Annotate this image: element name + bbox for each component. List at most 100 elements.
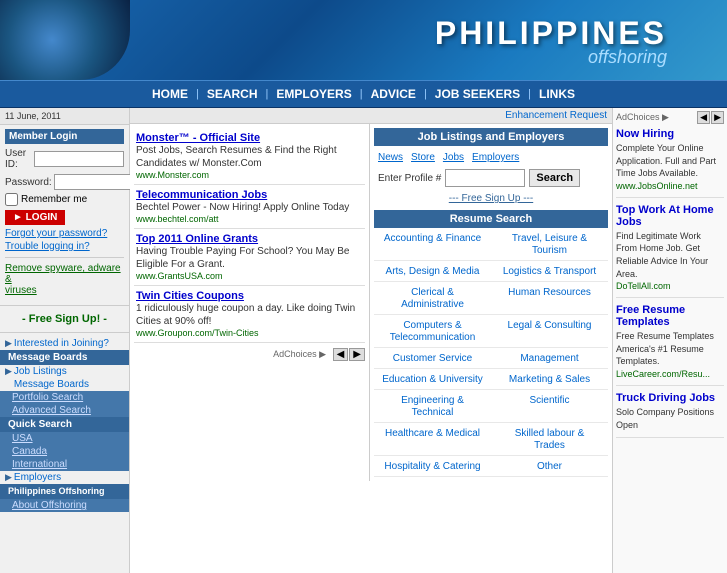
resume-link-education[interactable]: Education & University [382,374,483,385]
resume-link-clerical[interactable]: Clerical & Administrative [401,287,464,310]
resume-link-travel[interactable]: Travel, Leisure & Tourism [512,233,587,256]
ad-4-title[interactable]: Twin Cities Coupons [136,290,363,302]
ad-2-title[interactable]: Telecommunication Jobs [136,189,363,201]
resume-cell-right-0: Travel, Leisure & Tourism [491,228,608,261]
profile-label: Enter Profile # [378,173,441,184]
resume-cell-left-4: Customer Service [374,348,491,369]
enhancement-link[interactable]: Enhancement Request [505,110,607,121]
nav-employers[interactable]: EMPLOYERS [268,87,359,101]
search-button[interactable]: Search [529,169,580,187]
nav-search[interactable]: SEARCH [199,87,266,101]
right-sidebar: AdChoices ▶ ◀ ▶ Now Hiring Complete Your… [612,108,727,573]
right-nav-next[interactable]: ▶ [711,111,724,124]
right-ad-1-url: www.JobsOnline.net [616,181,724,191]
remember-me-checkbox[interactable] [5,193,18,206]
divider3 [0,332,129,333]
sidebar-advanced-search[interactable]: Advanced Search [0,404,129,417]
resume-link-scientific[interactable]: Scientific [529,395,569,406]
resume-cell-left-5: Education & University [374,369,491,390]
right-ad-2-url: DoTellAll.com [616,281,724,291]
profile-row: Enter Profile # Search [374,165,608,191]
sidebar-quick-search: Quick Search [0,417,129,432]
divider2 [0,305,129,306]
trouble-login-link[interactable]: Trouble logging in? [5,240,124,253]
resume-link-skilled[interactable]: Skilled labour & Trades [515,428,584,451]
sidebar-portfolio-search[interactable]: Portfolio Search [0,391,129,404]
right-ad-3-url: LiveCareer.com/Resu... [616,369,724,379]
resume-link-logistics[interactable]: Logistics & Transport [503,266,596,277]
sidebar-ph-offshoring: Philippines Offshoring [0,484,129,499]
nav-advice[interactable]: ADVICE [363,87,424,101]
ad-nav-next[interactable]: ▶ [349,348,365,361]
resume-link-accounting[interactable]: Accounting & Finance [384,233,481,244]
resume-link-legal[interactable]: Legal & Consulting [508,320,592,331]
ad-3-url: www.GrantsUSA.com [136,271,363,281]
header: PHILIPPINES offshoring [0,0,727,80]
sidebar-international[interactable]: International [0,458,129,471]
right-nav-prev[interactable]: ◀ [697,111,710,124]
user-id-input[interactable] [34,151,124,167]
right-ad-1-title[interactable]: Now Hiring [616,128,724,140]
resume-cell-right-2: Human Resources [491,282,608,315]
header-title: PHILIPPINES offshoring [435,15,667,68]
sidebar-item-join[interactable]: ▶Interested in Joining? [0,337,129,350]
ads-area: Monster™ - Official Site Post Jobs, Sear… [130,124,612,481]
remove-spyware-link[interactable]: Remove spyware, adware &viruses [5,262,124,297]
right-ad-2: Top Work At Home Jobs Find Legitimate Wo… [616,204,724,298]
resume-link-arts[interactable]: Arts, Design & Media [386,266,480,277]
member-login-section: Member Login User ID: Password: Remember… [0,125,129,301]
resume-link-healthcare[interactable]: Healthcare & Medical [385,428,480,439]
sidebar-item-employers[interactable]: ▶Employers [0,471,129,484]
resume-cell-left-7: Healthcare & Medical [374,423,491,456]
sidebar-item-job-listings[interactable]: ▶Job Listings [0,365,129,378]
nav-arrows: ◀ ▶ [697,111,724,124]
header-globe [0,0,130,80]
right-ad-4-title[interactable]: Truck Driving Jobs [616,392,724,404]
resume-link-engineering[interactable]: Engineering & Technical [401,395,464,418]
main-container: 11 June, 2011 Member Login User ID: Pass… [0,108,727,573]
ad-2: Telecommunication Jobs Bechtel Power - N… [134,185,365,229]
profile-input[interactable] [445,169,525,187]
tab-jobs[interactable]: Jobs [443,152,464,163]
tab-store[interactable]: Store [411,152,435,163]
ad-4-url: www.Groupon.com/Twin-Cities [136,328,363,338]
nav-home[interactable]: HOME [144,87,196,101]
resume-link-computers[interactable]: Computers & Telecommunication [390,320,476,343]
ad-3-title[interactable]: Top 2011 Online Grants [136,233,363,245]
right-ad-2-title[interactable]: Top Work At Home Jobs [616,204,724,228]
resume-link-management[interactable]: Management [520,353,578,364]
ad-4-text: 1 ridiculously huge coupon a day. Like d… [136,302,363,328]
divider [5,257,124,258]
free-signup-text: - Free Sign Up! - [0,310,129,328]
sidebar-item-message-boards[interactable]: ▶Message Boards [0,378,129,391]
sidebar-canada[interactable]: Canada [0,445,129,458]
tab-employers[interactable]: Employers [472,152,519,163]
sidebar-usa[interactable]: USA [0,432,129,445]
resume-link-marketing[interactable]: Marketing & Sales [509,374,590,385]
free-signup-link[interactable]: --- Free Sign Up --- [374,191,608,206]
resume-cell-right-6: Scientific [491,390,608,423]
resume-cell-right-5: Marketing & Sales [491,369,608,390]
resume-cell-left-2: Clerical & Administrative [374,282,491,315]
forgot-password-link[interactable]: Forgot your password? [5,227,124,240]
job-tabs: News Store Jobs Employers [374,150,608,165]
ad-nav-prev[interactable]: ◀ [333,348,349,361]
resume-cell-left-3: Computers & Telecommunication [374,315,491,348]
resume-link-customer[interactable]: Customer Service [393,353,472,364]
resume-link-other[interactable]: Other [537,461,562,472]
login-button[interactable]: ► LOGIN [5,210,65,225]
nav-links[interactable]: LINKS [531,87,583,101]
resume-link-hr[interactable]: Human Resources [508,287,591,298]
job-listings-title: Job Listings and Employers [374,128,608,146]
resume-link-hospitality[interactable]: Hospitality & Catering [384,461,480,472]
nav-job-seekers[interactable]: JOB SEEKERS [427,87,528,101]
right-ad-3-title[interactable]: Free Resume Templates [616,304,724,328]
member-login-title: Member Login [5,129,124,144]
right-ad-3-text: Free Resume Templates America's #1 Resum… [616,330,724,368]
adchoices-top: AdChoices ▶ ◀ ▶ [616,111,724,124]
tab-news[interactable]: News [378,152,403,163]
resume-cell-right-8: Other [491,456,608,477]
ad-3-text: Having Trouble Paying For School? You Ma… [136,245,363,271]
ad-1-title[interactable]: Monster™ - Official Site [136,132,363,144]
sidebar-about-offshoring[interactable]: About Offshoring [0,499,129,512]
